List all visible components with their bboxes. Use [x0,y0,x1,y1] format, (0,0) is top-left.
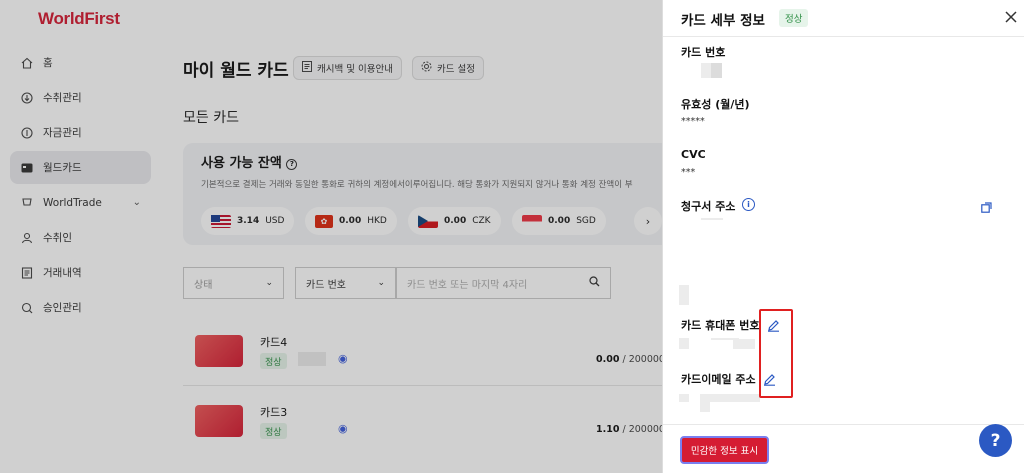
modal-backdrop[interactable] [0,0,662,473]
card-details-drawer: 카드 세부 정보 정상 카드 번호 유효성 (월/년) ***** CVC **… [662,0,1024,473]
drawer-footer: 민감한 정보 표시 [663,424,1024,473]
card-number-label: 카드 번호 [681,46,726,59]
masked-value [679,285,689,305]
masked-value [679,394,689,402]
cvc-value: *** [681,167,696,178]
close-icon[interactable] [1005,11,1017,26]
card-phone-label: 카드 휴대폰 번호 [681,319,760,332]
cvc-label: CVC [681,148,706,161]
show-sensitive-info-button[interactable]: 민감한 정보 표시 [680,436,769,464]
masked-value [701,63,711,78]
expiry-value: ***** [681,116,705,127]
card-email-label: 카드이메일 주소 [681,373,756,386]
external-link-icon[interactable] [981,198,992,217]
help-button[interactable]: ? [979,424,1012,457]
masked-value [679,338,689,349]
masked-value [701,218,723,220]
info-icon[interactable]: i [742,198,755,211]
edit-buttons-highlight [759,309,793,398]
expiry-label: 유효성 (월/년) [681,98,750,111]
status-badge: 정상 [779,9,809,27]
masked-value [700,402,710,412]
masked-value [711,63,722,78]
drawer-title: 카드 세부 정보 [681,13,765,29]
masked-value [743,394,753,402]
billing-address-label: 청구서 주소 [681,200,736,213]
masked-value [733,339,755,349]
drawer-header: 카드 세부 정보 정상 [663,0,1024,37]
app-window: WorldFirst 홈 수취관리 자금관리 월드카드 WorldTrade ⌄… [0,0,1024,473]
